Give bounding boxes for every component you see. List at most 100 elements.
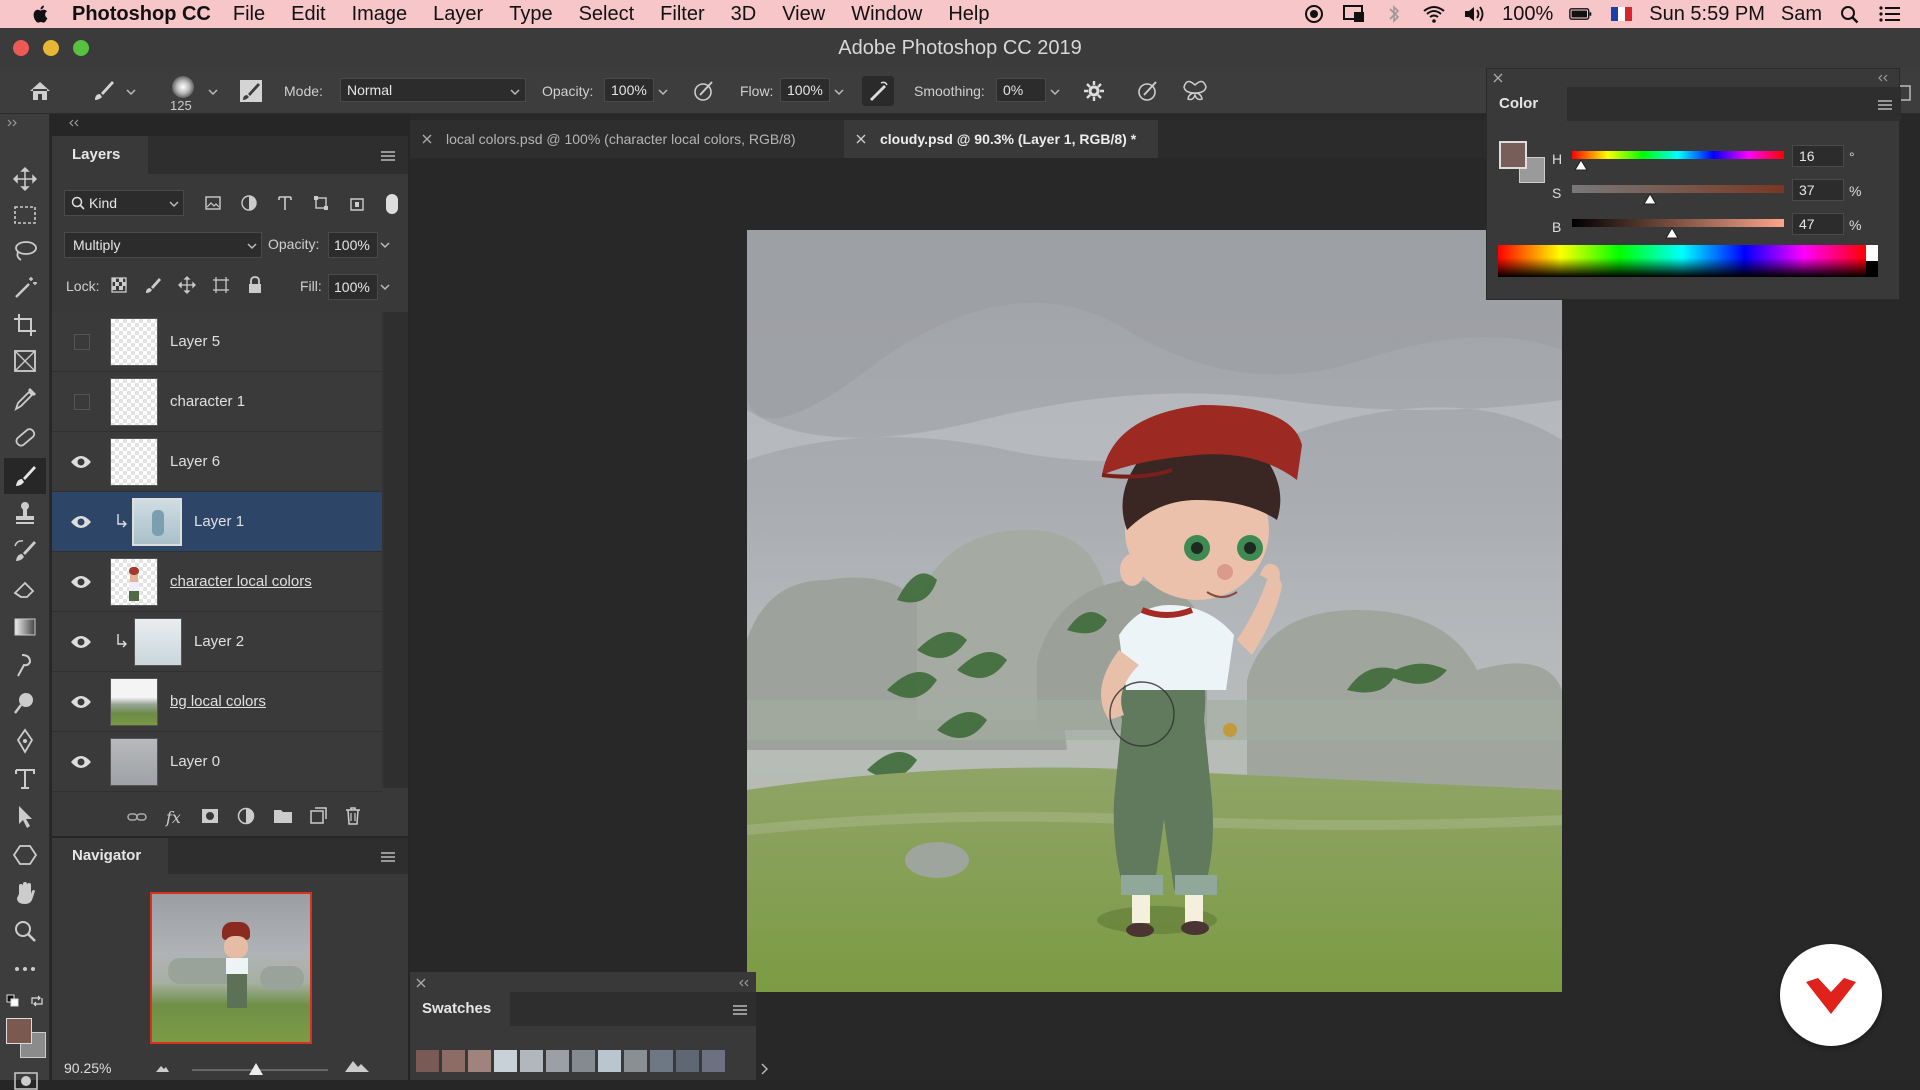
smudge-tool-icon[interactable] xyxy=(12,652,38,678)
panel-menu-icon[interactable] xyxy=(380,150,396,162)
hue-slider-thumb[interactable] xyxy=(1574,159,1589,171)
brightness-slider-thumb[interactable] xyxy=(1664,227,1679,239)
zoom-in-mountain-icon[interactable] xyxy=(344,1056,370,1074)
panel-menu-icon[interactable] xyxy=(1877,99,1893,111)
menu-3d[interactable]: 3D xyxy=(731,3,757,26)
layer-row-bg-local-colors[interactable]: bg local colors xyxy=(52,672,382,732)
chevron-right-icon[interactable] xyxy=(760,1062,770,1076)
eye-icon[interactable] xyxy=(70,632,92,652)
new-layer-icon[interactable] xyxy=(308,806,328,826)
chevron-down-icon[interactable] xyxy=(378,280,392,294)
color-swatch[interactable] xyxy=(650,1050,673,1072)
gear-icon[interactable] xyxy=(1082,79,1106,103)
zoom-slider-thumb[interactable] xyxy=(248,1062,264,1076)
saturation-value-field[interactable]: 37 xyxy=(1792,179,1844,201)
layer-row-character-local-colors[interactable]: character local colors xyxy=(52,552,382,612)
lasso-tool-icon[interactable] xyxy=(12,238,38,264)
lock-image-pixels-icon[interactable] xyxy=(144,276,162,294)
filter-pixel-icon[interactable] xyxy=(204,194,222,212)
layer-row-layer-2[interactable]: Layer 2 xyxy=(52,612,382,672)
brightness-slider-track[interactable] xyxy=(1572,219,1784,227)
app-menu[interactable]: Photoshop CC xyxy=(72,3,211,26)
delete-layer-trash-icon[interactable] xyxy=(344,806,362,826)
color-swatch[interactable] xyxy=(624,1050,647,1072)
zoom-out-mountain-icon[interactable] xyxy=(154,1062,170,1074)
eye-icon[interactable] xyxy=(70,512,92,532)
tab-local-colors[interactable]: local colors.psd @ 100% (character local… xyxy=(410,120,844,158)
navigator-preview[interactable] xyxy=(150,892,312,1044)
record-icon[interactable] xyxy=(1302,4,1326,24)
spotlight-search-icon[interactable] xyxy=(1838,4,1862,24)
layer-opacity-field[interactable]: 100% xyxy=(328,232,378,258)
eraser-tool-icon[interactable] xyxy=(12,576,38,602)
pen-tool-icon[interactable] xyxy=(12,728,38,754)
menu-filter[interactable]: Filter xyxy=(660,3,704,26)
black-swatch[interactable] xyxy=(1866,261,1878,277)
chevron-down-icon[interactable] xyxy=(378,238,392,252)
eye-icon[interactable] xyxy=(70,452,92,472)
eye-icon[interactable] xyxy=(70,572,92,592)
layer-row-layer-1[interactable]: Layer 1 xyxy=(52,492,382,552)
shape-tool-icon[interactable] xyxy=(12,842,38,868)
flag-france-icon[interactable] xyxy=(1609,4,1633,24)
add-mask-icon[interactable] xyxy=(200,806,220,826)
blend-mode-dropdown[interactable]: Multiply xyxy=(64,232,262,258)
lock-position-icon[interactable] xyxy=(178,276,196,294)
clone-stamp-tool-icon[interactable] xyxy=(12,500,38,526)
layer-row-layer-6[interactable]: Layer 6 xyxy=(52,432,382,492)
filter-type-icon[interactable] xyxy=(276,194,294,212)
tab-navigator[interactable]: Navigator xyxy=(52,838,168,874)
volume-icon[interactable] xyxy=(1462,4,1486,24)
clock[interactable]: Sun 5:59 PM xyxy=(1649,3,1765,26)
brush-settings-icon[interactable] xyxy=(238,78,264,104)
panel-menu-icon[interactable] xyxy=(732,1004,748,1016)
tab-color[interactable]: Color xyxy=(1487,87,1567,121)
close-tab-icon[interactable] xyxy=(422,134,432,144)
lock-all-icon[interactable] xyxy=(246,276,264,294)
layer-row-layer-0[interactable]: Layer 0 xyxy=(52,732,382,792)
color-swatch[interactable] xyxy=(494,1050,517,1072)
move-tool-icon[interactable] xyxy=(12,166,38,192)
collapse-panel-icon[interactable] xyxy=(66,118,80,128)
brightness-value-field[interactable]: 47 xyxy=(1792,213,1844,235)
notification-center-icon[interactable] xyxy=(1878,4,1902,24)
mode-dropdown[interactable]: Normal xyxy=(340,78,526,102)
brush-tool-active-bg[interactable] xyxy=(4,458,46,494)
chevron-down-icon[interactable] xyxy=(832,85,846,99)
filter-shape-icon[interactable] xyxy=(312,194,330,212)
more-tools-icon[interactable] xyxy=(12,956,38,982)
saturation-slider-track[interactable] xyxy=(1572,185,1784,193)
chevron-down-icon[interactable] xyxy=(1048,85,1062,99)
eye-icon[interactable] xyxy=(70,752,92,772)
symmetry-butterfly-icon[interactable] xyxy=(1182,79,1208,103)
visibility-toggle-off[interactable] xyxy=(74,334,90,350)
filter-toggle-switch[interactable] xyxy=(386,194,398,214)
new-adjustment-layer-icon[interactable] xyxy=(236,806,256,826)
frame-tool-icon[interactable] xyxy=(12,348,38,374)
color-swatch[interactable] xyxy=(520,1050,543,1072)
link-layers-icon[interactable] xyxy=(126,808,148,826)
magic-wand-tool-icon[interactable] xyxy=(12,274,38,300)
battery-icon[interactable] xyxy=(1569,4,1593,24)
canvas-artwork[interactable] xyxy=(747,230,1562,992)
menu-type[interactable]: Type xyxy=(509,3,552,26)
menu-edit[interactable]: Edit xyxy=(291,3,325,26)
saturation-slider-thumb[interactable] xyxy=(1643,193,1658,205)
maximize-window-button[interactable] xyxy=(73,40,89,56)
swap-colors-icon[interactable] xyxy=(30,994,44,1008)
color-swatch[interactable] xyxy=(468,1050,491,1072)
marquee-tool-icon[interactable] xyxy=(12,202,38,228)
brush-preview[interactable] xyxy=(172,76,194,98)
lock-transparent-pixels-icon[interactable] xyxy=(110,276,128,294)
menu-image[interactable]: Image xyxy=(352,3,408,26)
color-swatch[interactable] xyxy=(442,1050,465,1072)
filter-adjustment-icon[interactable] xyxy=(240,194,258,212)
color-swatch[interactable] xyxy=(546,1050,569,1072)
chevron-down-icon[interactable] xyxy=(206,85,220,99)
menu-help[interactable]: Help xyxy=(948,3,989,26)
apple-icon[interactable] xyxy=(30,3,52,25)
bluetooth-icon[interactable] xyxy=(1382,4,1406,24)
navigator-zoom-value[interactable]: 90.25% xyxy=(64,1060,111,1076)
gradient-tool-icon[interactable] xyxy=(12,614,38,640)
layer-style-fx-icon[interactable]: fx xyxy=(164,806,186,828)
